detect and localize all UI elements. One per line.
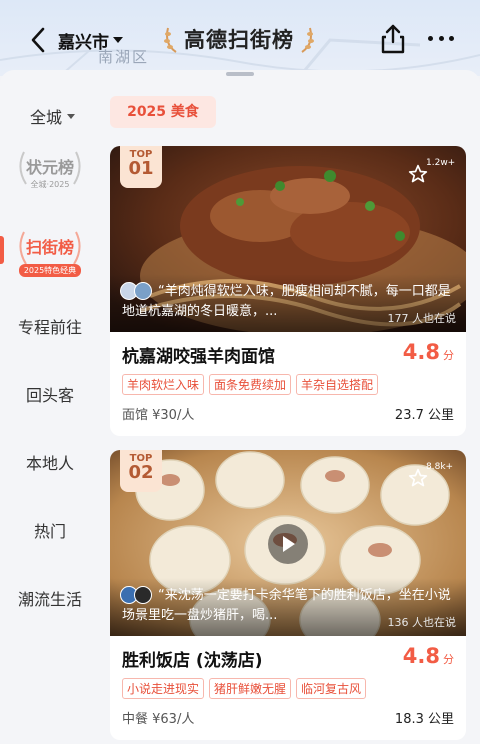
active-indicator [0,236,4,264]
review-snippet[interactable]: “羊肉炖得软烂入味，肥瘦相间却不腻，每一口都是地道杭嘉湖的冬日暖意，... 17… [110,274,466,332]
sidebar-champion-title: 状元榜 [25,158,74,177]
rating-value: 4.8 [402,644,440,668]
city-label: 嘉兴市 [58,32,109,53]
feature-tag: 小说走进现实 [122,678,205,699]
sidebar-champion-sub: 全城·2025 [30,180,70,189]
category-price: 中餐 ¥63/人 [122,712,195,727]
feature-tag: 猪肝鲜嫩无腥 [209,678,292,699]
more-dot-icon [428,35,433,41]
city-selector[interactable]: 嘉兴市 [58,26,123,54]
category-price: 面馆 ¥30/人 [122,408,195,423]
favorite-button[interactable]: 1.2w+ [408,158,458,188]
feature-tag: 羊杂自选搭配 [296,374,379,395]
top-bar: 南湖区 嘉兴市 高德扫街榜 [0,0,480,76]
play-icon [283,536,295,552]
rating: 4.8 分 [403,644,454,668]
restaurant-name: 胜利饭店 (沈荡店) [122,651,263,671]
sidebar-item-trendy[interactable]: 潮流生活 [0,586,100,610]
review-count: 136 人也在说 [387,616,457,629]
rank-badge: TOP 01 [120,146,162,188]
feature-tags: 羊肉软烂入味 面条免费续加 羊杂自选搭配 [122,374,383,395]
sidebar-item-destination[interactable]: 专程前往 [0,314,100,338]
feature-tag: 羊肉软烂入味 [122,374,205,395]
chevron-down-icon [67,113,76,119]
favorite-count: 8.8k+ [426,462,454,472]
review-count: 177 人也在说 [387,312,457,325]
rank-badge: TOP 02 [120,450,162,492]
star-icon [408,164,428,183]
brand-title: 高德扫街榜 [184,28,294,52]
laurel-right-icon [301,27,314,53]
more-dot-icon [449,35,454,41]
more-button[interactable] [428,30,454,46]
area-filter[interactable]: 全城 [30,104,76,128]
rating-unit: 分 [443,349,454,362]
restaurant-card[interactable]: TOP 02 8.8k+ “来沈荡一定要打卡余华笔下的胜利饭店，坐在小说场景里吃… [110,450,466,740]
share-button[interactable] [378,22,408,56]
feature-tag: 临河复古风 [296,678,367,699]
restaurant-photo: TOP 02 8.8k+ “来沈荡一定要打卡余华笔下的胜利饭店，坐在小说场景里吃… [110,450,466,636]
chevron-down-icon [113,37,123,43]
restaurant-card[interactable]: TOP 01 1.2w+ “羊肉炖得软烂入味，肥瘦相间却不腻，每一口都是地道杭嘉… [110,146,466,436]
rating-value: 4.8 [402,340,440,364]
area-filter-label: 全城 [30,108,63,127]
play-video-button[interactable] [268,524,308,564]
favorite-count: 1.2w+ [426,158,456,168]
distance: 18.3 公里 [394,712,454,727]
more-dot-icon [438,35,444,41]
restaurant-name: 杭嘉湖咬强羊肉面馆 [122,347,275,367]
restaurant-photo: TOP 01 1.2w+ “羊肉炖得软烂入味，肥瘦相间却不腻，每一口都是地道杭嘉… [110,146,466,332]
drag-handle[interactable] [226,72,254,76]
back-button[interactable] [22,22,54,58]
share-icon [381,24,405,54]
favorite-button[interactable]: 8.8k+ [408,462,458,492]
distance: 23.7 公里 [394,408,454,423]
sidebar-street-sub: 2025特色经典 [18,264,82,277]
rank-number: 02 [128,462,154,483]
laurel-left-icon [164,27,177,53]
rating: 4.8 分 [403,340,454,364]
rank-number: 01 [128,158,154,179]
sidebar-item-champion[interactable]: 状元榜 全城·2025 [10,151,90,190]
sidebar-street-title: 扫街榜 [25,238,74,257]
category-chip[interactable]: 2025 美食 [110,96,216,128]
card-info: 胜利饭店 (沈荡店) 4.8 分 小说走进现实 猪肝鲜嫩无腥 临河复古风 中餐 … [110,636,466,740]
sidebar: 全城 状元榜 全城·2025 扫街榜 2025特色经典 专程前往 回头客 本地人… [0,84,100,744]
sidebar-item-locals[interactable]: 本地人 [0,450,100,474]
feature-tags: 小说走进现实 猪肝鲜嫩无腥 临河复古风 [122,678,371,699]
sidebar-item-popular[interactable]: 热门 [0,518,100,542]
brand-logo: 高德扫街榜 [162,20,316,58]
back-arrow-icon [31,27,45,53]
rating-unit: 分 [443,653,454,666]
sidebar-item-street[interactable]: 扫街榜 2025特色经典 [10,231,90,277]
card-info: 杭嘉湖咬强羊肉面馆 4.8 分 羊肉软烂入味 面条免费续加 羊杂自选搭配 面馆 … [110,332,466,436]
star-icon [408,468,428,487]
sidebar-item-returning[interactable]: 回头客 [0,382,100,406]
feature-tag: 面条免费续加 [209,374,292,395]
review-snippet[interactable]: “来沈荡一定要打卡余华笔下的胜利饭店，坐在小说场景里吃一盘炒猪肝，喝... 13… [110,578,466,636]
